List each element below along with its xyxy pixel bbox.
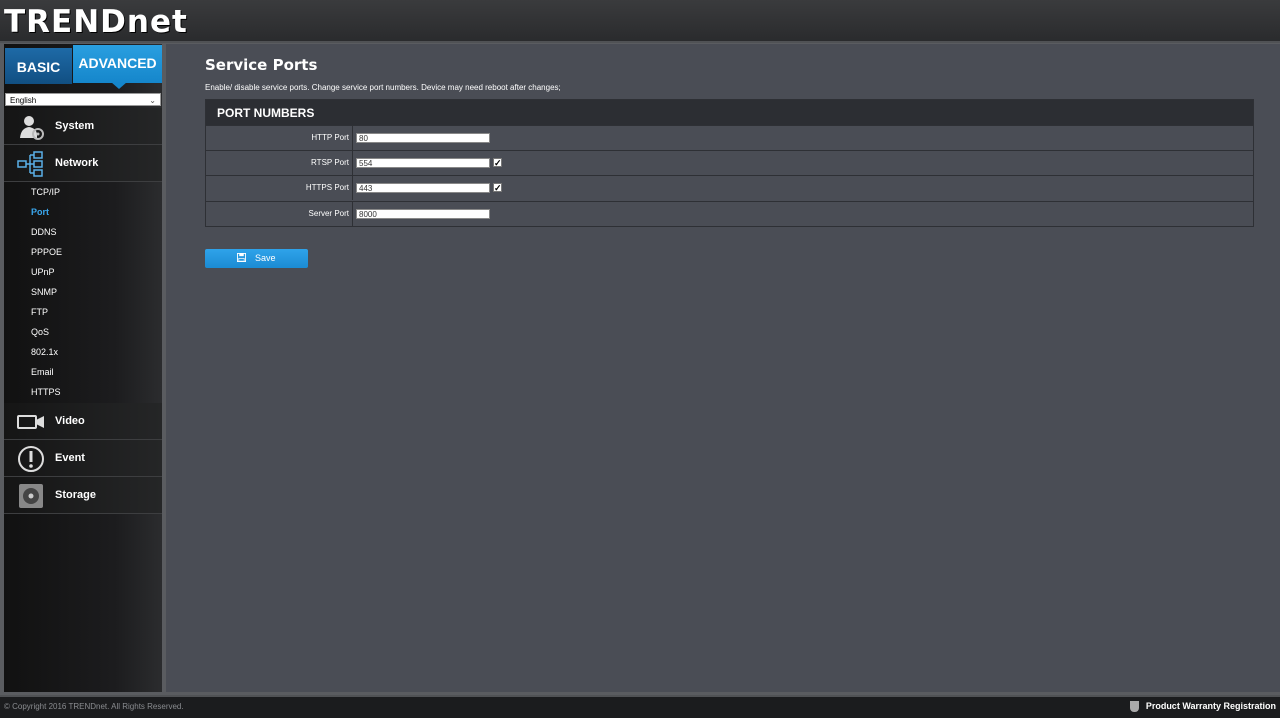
network-tree-icon: [17, 151, 43, 177]
page-title: Service Ports: [205, 56, 318, 74]
rtsp-port-input[interactable]: [356, 158, 490, 168]
sidebar-item-event[interactable]: Event: [4, 440, 162, 477]
exclamation-icon: [18, 446, 44, 472]
video-camera-icon: [17, 415, 44, 429]
tab-advanced-label: ADVANCED: [78, 55, 157, 71]
server-port-label: Server Port: [206, 202, 353, 226]
submenu-item-qos[interactable]: QoS: [31, 322, 151, 342]
https-port-input[interactable]: [356, 183, 490, 193]
warranty-label: Product Warranty Registration: [1145, 701, 1276, 711]
submenu-item-8021x[interactable]: 802.1x: [31, 342, 151, 362]
storage-disk-icon: [19, 484, 43, 508]
active-tab-arrow: [111, 82, 127, 89]
sidebar-item-video[interactable]: Video: [4, 403, 162, 440]
sidebar: BASIC ADVANCED English ⌄ System Network …: [4, 44, 162, 692]
panel-header: PORT NUMBERS: [206, 100, 1253, 125]
shield-icon: [1130, 701, 1140, 713]
language-select[interactable]: English ⌄: [5, 93, 161, 106]
footer: © Copyright 2016 TRENDnet. All Rights Re…: [0, 695, 1280, 718]
submenu-item-ftp[interactable]: FTP: [31, 302, 151, 322]
submenu-item-tcpip[interactable]: TCP/IP: [31, 182, 151, 202]
rtsp-enable-checkbox[interactable]: ✓: [493, 158, 502, 168]
language-selected: English: [10, 96, 37, 105]
submenu-item-upnp[interactable]: UPnP: [31, 262, 151, 282]
trendnet-logo: TRENDnet: [4, 4, 188, 40]
save-button[interactable]: Save: [205, 249, 308, 268]
mode-tabs: BASIC ADVANCED: [4, 44, 162, 90]
page-description: Enable/ disable service ports. Change se…: [205, 83, 561, 92]
sidebar-item-label: System: [55, 120, 95, 132]
submenu-item-email[interactable]: Email: [31, 362, 151, 382]
sidebar-item-system[interactable]: System: [4, 108, 162, 145]
submenu-item-pppoe[interactable]: PPPOE: [31, 242, 151, 262]
tab-basic[interactable]: BASIC: [5, 48, 72, 84]
port-numbers-panel: PORT NUMBERS HTTP Port RTSP Port ✓ HTTPS…: [205, 99, 1254, 227]
sidebar-item-label: Video: [55, 415, 85, 427]
rtsp-port-label: RTSP Port: [206, 151, 353, 175]
server-port-input[interactable]: [356, 209, 490, 219]
save-button-label: Save: [255, 253, 276, 263]
https-enable-checkbox[interactable]: ✓: [493, 183, 502, 193]
sidebar-item-storage[interactable]: Storage: [4, 477, 162, 514]
chevron-down-icon: ⌄: [149, 96, 156, 105]
server-port-row: Server Port: [206, 201, 1253, 226]
sidebar-item-network[interactable]: Network: [4, 145, 162, 182]
submenu-item-ddns[interactable]: DDNS: [31, 222, 151, 242]
submenu-item-port[interactable]: Port: [31, 202, 151, 222]
save-disk-icon: [237, 253, 247, 262]
top-header: TRENDnet: [0, 0, 1280, 43]
sidebar-item-label: Storage: [55, 489, 96, 501]
http-port-row: HTTP Port: [206, 125, 1253, 150]
warranty-registration-link[interactable]: Product Warranty Registration: [1130, 701, 1276, 713]
system-user-gear-icon: [20, 116, 44, 140]
copyright-text: © Copyright 2016 TRENDnet. All Rights Re…: [4, 702, 184, 711]
submenu-item-snmp[interactable]: SNMP: [31, 282, 151, 302]
sidebar-item-label: Event: [55, 452, 85, 464]
https-port-label: HTTPS Port: [206, 176, 353, 200]
tab-advanced[interactable]: ADVANCED: [73, 45, 162, 89]
http-port-label: HTTP Port: [206, 126, 353, 150]
submenu-item-https[interactable]: HTTPS: [31, 382, 151, 402]
sidebar-item-label: Network: [55, 157, 99, 169]
https-port-row: HTTPS Port ✓: [206, 175, 1253, 200]
http-port-input[interactable]: [356, 133, 490, 143]
rtsp-port-row: RTSP Port ✓: [206, 150, 1253, 175]
